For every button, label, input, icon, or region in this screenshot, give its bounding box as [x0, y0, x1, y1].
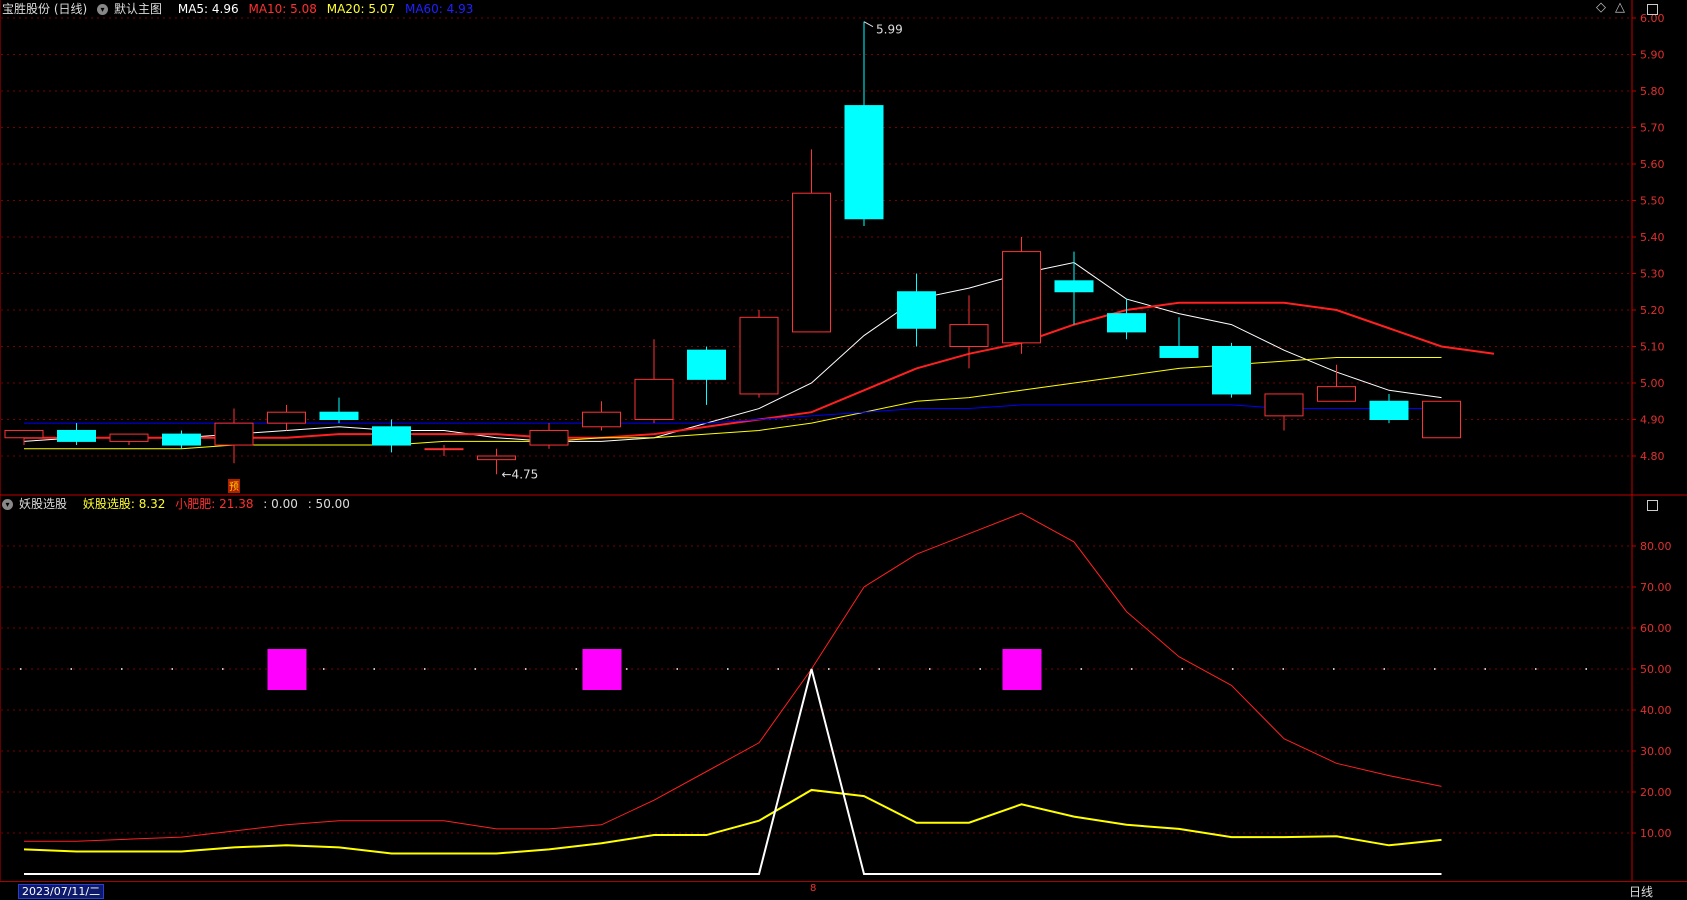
y-tick-label: 5.90	[1640, 49, 1665, 62]
triangle-up-icon[interactable]: △	[1615, 0, 1625, 15]
zero-value-label: : 0.00	[263, 497, 298, 511]
indicator-name: 妖股选股	[19, 497, 68, 511]
high-annotation-pointer	[863, 21, 874, 28]
yg-value-label: 妖股选股: 8.32	[82, 497, 166, 511]
candle-body	[372, 426, 411, 446]
status-bar: 2023/07/11/二 8 日线	[0, 881, 1687, 900]
y-tick-label: 80.00	[1640, 540, 1672, 553]
period-label[interactable]: 日线	[1629, 883, 1653, 900]
y-tick-label: 50.00	[1640, 663, 1672, 676]
candle-body	[319, 411, 359, 421]
candle-body	[1422, 400, 1461, 439]
y-tick-label: 60.00	[1640, 622, 1672, 635]
y-tick-label: 5.10	[1640, 341, 1665, 354]
candle-body	[1054, 280, 1094, 293]
indicator-line-2	[24, 668, 1442, 875]
chevron-down-icon: ▾	[2, 499, 13, 510]
stock-name[interactable]: 宝胜股份 (日线)	[2, 2, 87, 16]
ma5-label: MA5: 4.96	[177, 2, 239, 16]
candle-body	[792, 192, 831, 333]
candle-body	[687, 349, 726, 380]
candle-body	[582, 411, 621, 428]
candle-body	[949, 324, 989, 348]
y-tick-label: 5.40	[1640, 231, 1665, 244]
candle-body	[634, 378, 674, 421]
ma10-label: MA10: 5.08	[248, 2, 317, 16]
signal-marker-text: 预	[229, 481, 239, 493]
indicator-dropdown[interactable]: ▾ 妖股选股	[2, 497, 73, 511]
chart-canvas: 6.005.905.805.705.605.505.405.305.205.10…	[0, 0, 1687, 881]
y-tick-label: 5.80	[1640, 85, 1665, 98]
candle-body	[57, 429, 96, 442]
candle-body	[424, 448, 464, 451]
y-tick-label: 70.00	[1640, 581, 1672, 594]
candle-body	[897, 291, 936, 329]
indicator-lines	[23, 512, 1442, 875]
high-annotation: 5.99	[876, 23, 903, 37]
signal-box	[267, 649, 307, 690]
y-tick-label: 5.50	[1640, 195, 1665, 208]
signal-box	[582, 649, 622, 690]
ma20-label: MA20: 5.07	[326, 2, 396, 16]
ma60-label: MA60: 4.93	[404, 2, 474, 16]
maximize-icon[interactable]	[1647, 500, 1658, 511]
candle-body	[109, 433, 149, 442]
candle-body	[1264, 393, 1304, 417]
candle-body	[529, 429, 569, 446]
maximize-icon[interactable]	[1647, 4, 1658, 15]
candles	[4, 21, 1461, 475]
y-tick-label: 5.70	[1640, 122, 1665, 135]
y-tick-label: 5.00	[1640, 377, 1665, 390]
candle-body	[162, 433, 201, 446]
template-dropdown[interactable]: ▾ 默认主图	[97, 2, 168, 16]
candle-body	[1159, 346, 1199, 358]
template-label: 默认主图	[114, 2, 163, 16]
y-tick-label: 5.60	[1640, 158, 1665, 171]
indicator-line-1	[23, 788, 1442, 855]
candle-body	[477, 455, 516, 461]
fifty-value-label: : 50.00	[307, 497, 350, 511]
candle-body	[267, 411, 306, 424]
candle-body	[1369, 400, 1409, 420]
candle-body	[1002, 251, 1041, 344]
candle-body	[1317, 386, 1356, 402]
candle-body	[214, 422, 254, 446]
low-annotation: ←4.75	[502, 467, 539, 481]
candle-body	[1212, 346, 1251, 395]
chevron-down-icon: ▾	[97, 4, 109, 15]
y-tick-label: 30.00	[1640, 745, 1672, 758]
signal-box	[1002, 649, 1042, 690]
y-tick-label: 40.00	[1640, 704, 1672, 717]
y-tick-label: 4.90	[1640, 414, 1665, 427]
main-header: 宝胜股份 (日线) ▾ 默认主图 MA5: 4.96 MA10: 5.08 MA2…	[2, 1, 479, 17]
y-tick-label: 10.00	[1640, 827, 1672, 840]
diamond-icon[interactable]: ◇	[1596, 0, 1606, 15]
cursor-index-label: 8	[810, 883, 817, 894]
candle-body	[739, 316, 779, 395]
ma-line-ma60	[24, 404, 1442, 424]
indicator-header: ▾ 妖股选股 妖股选股: 8.32 小肥肥: 21.38 : 0.00 : 50.…	[2, 496, 356, 512]
y-tick-label: 20.00	[1640, 786, 1672, 799]
xfp-value-label: 小肥肥: 21.38	[175, 497, 254, 511]
candle-body	[1107, 313, 1146, 333]
candle-body	[844, 105, 884, 220]
y-tick-label: 5.20	[1640, 304, 1665, 317]
y-tick-label: 4.80	[1640, 450, 1665, 463]
y-tick-label: 5.30	[1640, 268, 1665, 281]
candle-body	[4, 429, 44, 439]
